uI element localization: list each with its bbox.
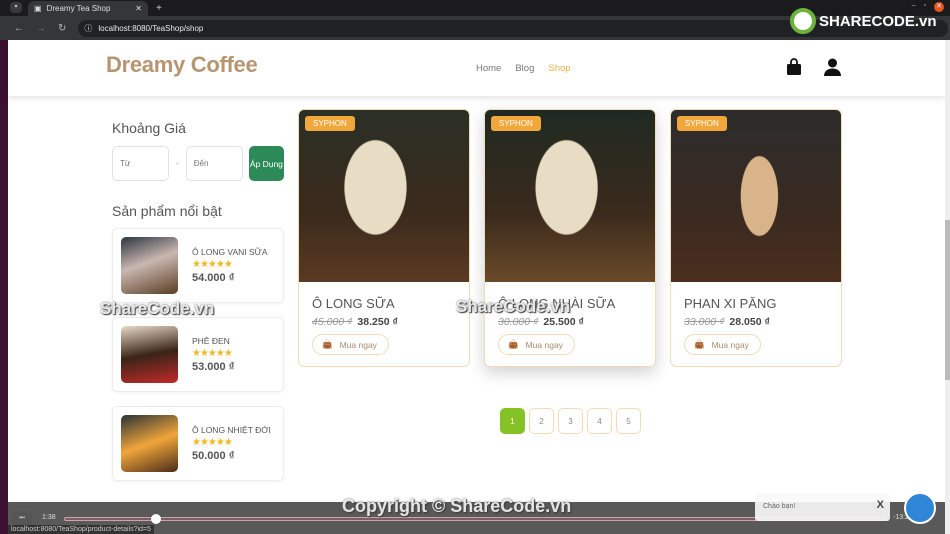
shopping-bag-icon: 👜 [694, 339, 705, 349]
main-nav: Home Blog Shop [476, 63, 571, 74]
product-badge: SYPHON [491, 116, 541, 131]
nav-blog[interactable]: Blog [515, 63, 534, 74]
skip-icon[interactable]: ⏭ [12, 511, 32, 525]
forward-icon[interactable]: → [36, 23, 46, 34]
page-scrollbar[interactable] [945, 40, 950, 534]
seek-handle[interactable] [151, 514, 161, 524]
featured-title: Sản phẩm nổi bật [112, 203, 222, 219]
sale-price: 25.500 ₫ [543, 316, 584, 328]
copyright-watermark: Copyright © ShareCode.vn [342, 496, 572, 516]
product-thumbnail [121, 415, 178, 472]
desktop-dock [0, 40, 8, 534]
product-name[interactable]: PHAN XI PĂNG [684, 296, 841, 311]
nav-shop[interactable]: Shop [548, 63, 570, 74]
chat-avatar[interactable] [904, 492, 936, 524]
buy-now-button[interactable]: 👜 Mua ngay [312, 334, 389, 355]
product-thumbnail [121, 237, 178, 294]
apply-price-button[interactable]: Áp Dụng [248, 146, 284, 181]
page-3-button[interactable]: 3 [558, 408, 583, 434]
chat-greeting: Chào bạn! [763, 503, 796, 510]
nav-home[interactable]: Home [476, 63, 501, 74]
url-text: localhost:8080/TeaShop/shop [98, 23, 204, 33]
featured-name: PHÊ ĐEN [192, 336, 230, 346]
elapsed-time: 1:38 [42, 514, 56, 521]
buy-label: Mua ngay [525, 339, 563, 350]
sale-price: 28.050 ₫ [729, 316, 770, 328]
featured-price: 50.000 ₫ [192, 450, 235, 462]
status-url: localhost:8080/TeaShop/product-details?i… [8, 525, 154, 534]
page-2-button[interactable]: 2 [529, 408, 554, 434]
favicon-icon: ▣ [34, 3, 42, 13]
old-price: 45.000 ₫ [312, 316, 353, 328]
watermark: ShareCode.vn [456, 297, 571, 316]
sale-price: 38.250 ₫ [357, 316, 398, 328]
tab-list-button[interactable]: ▾ [10, 2, 22, 13]
rating-stars: ★★★★★ [192, 348, 233, 359]
featured-name: Ô LONG NHIỆT ĐỚI [192, 425, 271, 435]
shopping-bag-icon: 👜 [508, 339, 519, 349]
featured-item[interactable]: Ô LONG NHIỆT ĐỚI ★★★★★ 50.000 ₫ [112, 406, 284, 481]
price-to-input[interactable] [185, 146, 243, 181]
watermark-logo: SHARECODE.vn [790, 8, 937, 34]
browser-tab[interactable]: ▣ Dreamy Tea Shop ✕ [28, 0, 148, 16]
buy-now-button[interactable]: 👜 Mua ngay [684, 334, 761, 355]
old-price: 30.000 ₫ [498, 316, 539, 328]
featured-item[interactable]: PHÊ ĐEN ★★★★★ 53.000 ₫ [112, 317, 284, 392]
watermark: ShareCode.vn [100, 299, 215, 318]
product-card[interactable]: SYPHON PHAN XI PĂNG 33.000 ₫ 28.050 ₫ 👜 Mu… [670, 109, 842, 367]
user-icon[interactable] [824, 58, 841, 76]
buy-label: Mua ngay [711, 339, 749, 350]
buy-now-button[interactable]: 👜 Mua ngay [498, 334, 575, 355]
close-tab-icon[interactable]: ✕ [135, 4, 142, 13]
chat-popup: Chào bạn! X [755, 493, 890, 521]
reload-icon[interactable]: ↻ [58, 23, 66, 34]
shopping-bag-icon: 👜 [322, 339, 333, 349]
buy-label: Mua ngay [339, 339, 377, 350]
featured-item[interactable]: Ô LONG VANI SỮA ★★★★★ 54.000 ₫ [112, 228, 284, 303]
product-image: SYPHON [485, 110, 655, 282]
product-card[interactable]: SYPHON Ô LONG NHÀI SỮA 30.000 ₫ 25.500 ₫ … [484, 109, 656, 367]
info-icon: ⓘ [84, 23, 93, 33]
page-5-button[interactable]: 5 [616, 408, 641, 434]
close-chat-icon[interactable]: X [877, 499, 884, 511]
tab-title: Dreamy Tea Shop [46, 3, 111, 13]
product-card[interactable]: SYPHON Ô LONG SỮA 45.000 ₫ 38.250 ₫ 👜 Mua … [298, 109, 470, 367]
product-thumbnail [121, 326, 178, 383]
price-filter-title: Khoảng Giá [112, 120, 186, 136]
site-header: Dreamy Coffee Home Blog Shop [8, 40, 945, 96]
page-1-button[interactable]: 1 [500, 408, 525, 434]
price-separator: - [176, 159, 179, 168]
site-logo[interactable]: Dreamy Coffee [106, 52, 258, 78]
rating-stars: ★★★★★ [192, 437, 233, 448]
old-price: 33.000 ₫ [684, 316, 725, 328]
featured-price: 53.000 ₫ [192, 361, 235, 373]
featured-price: 54.000 ₫ [192, 272, 235, 284]
page-4-button[interactable]: 4 [587, 408, 612, 434]
product-badge: SYPHON [677, 116, 727, 131]
product-image: SYPHON [671, 110, 841, 282]
back-icon[interactable]: ← [14, 23, 24, 34]
pagination: 1 2 3 4 5 [500, 408, 641, 434]
featured-name: Ô LONG VANI SỮA [192, 247, 268, 257]
new-tab-icon[interactable]: + [156, 3, 162, 14]
product-badge: SYPHON [305, 116, 355, 131]
shopping-bag-icon[interactable] [786, 58, 802, 76]
price-from-input[interactable] [112, 146, 169, 181]
product-image: SYPHON [299, 110, 469, 282]
product-name[interactable]: Ô LONG SỮA [312, 296, 469, 311]
rating-stars: ★★★★★ [192, 259, 233, 270]
